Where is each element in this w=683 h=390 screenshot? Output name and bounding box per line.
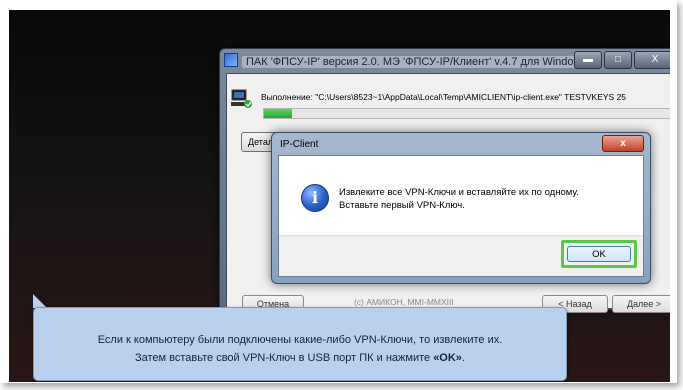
installer-title-bar[interactable]: ПАК 'ФПСУ-IP' версия 2.0. МЭ 'ФПСУ-IP/Кл… bbox=[224, 53, 592, 71]
callout-line1: Если к компьютеру были подключены какие-… bbox=[97, 334, 503, 346]
ok-highlight: OK bbox=[561, 240, 637, 268]
dialog-message: Извлеките все VPN-Ключи и вставляйте их … bbox=[339, 186, 579, 212]
info-icon: i bbox=[301, 184, 329, 212]
dialog-message-line2: Вставьте первый VPN-Ключ. bbox=[339, 200, 465, 211]
callout-line2-prefix: Затем вставьте свой VPN-Ключ в USB порт … bbox=[134, 352, 434, 364]
dialog-close-button[interactable]: x bbox=[602, 135, 644, 152]
copyright-text: (c) АМИКОН, MMI-MMXIII bbox=[354, 297, 454, 307]
callout-line2-suffix: . bbox=[461, 352, 465, 364]
execution-status-text: Выполнение: "C:\Users\8523~1\AppData\Loc… bbox=[261, 92, 627, 102]
close-button[interactable]: X bbox=[634, 51, 670, 69]
ip-client-dialog: IP-Client x i Извлеките все VPN-Ключи и … bbox=[271, 132, 651, 284]
ok-button[interactable]: OK bbox=[567, 246, 631, 262]
dialog-footer: OK bbox=[279, 235, 643, 276]
callout-line2: Затем вставьте свой VPN-Ключ в USB порт … bbox=[34, 349, 566, 367]
maximize-button[interactable]: □ bbox=[604, 51, 632, 69]
screenshot-frame: ПАК 'ФПСУ-IP' версия 2.0. МЭ 'ФПСУ-IP/Кл… bbox=[0, 0, 677, 383]
minimize-button[interactable]: ▬ bbox=[574, 51, 602, 69]
app-logo-icon bbox=[224, 53, 238, 67]
next-button[interactable]: Далее > bbox=[612, 295, 670, 313]
callout-ok-emphasis: «OK» bbox=[433, 352, 462, 364]
instruction-callout: Если к компьютеру были подключены какие-… bbox=[33, 307, 567, 381]
progress-fill bbox=[264, 109, 293, 118]
dialog-body: i Извлеките все VPN-Ключи и вставляйте и… bbox=[278, 155, 644, 277]
dialog-message-line1: Извлеките все VPN-Ключи и вставляйте их … bbox=[339, 187, 579, 198]
install-progress-bar bbox=[263, 108, 670, 119]
callout-text: Если к компьютеру были подключены какие-… bbox=[34, 331, 566, 367]
callout-pointer bbox=[33, 294, 47, 308]
computer-icon bbox=[231, 89, 252, 108]
window-controls: ▬ □ X bbox=[574, 51, 670, 69]
dialog-title: IP-Client bbox=[280, 139, 319, 150]
desktop-background: ПАК 'ФПСУ-IP' версия 2.0. МЭ 'ФПСУ-IP/Кл… bbox=[9, 10, 670, 382]
installer-title: ПАК 'ФПСУ-IP' версия 2.0. МЭ 'ФПСУ-IP/Кл… bbox=[242, 56, 591, 68]
